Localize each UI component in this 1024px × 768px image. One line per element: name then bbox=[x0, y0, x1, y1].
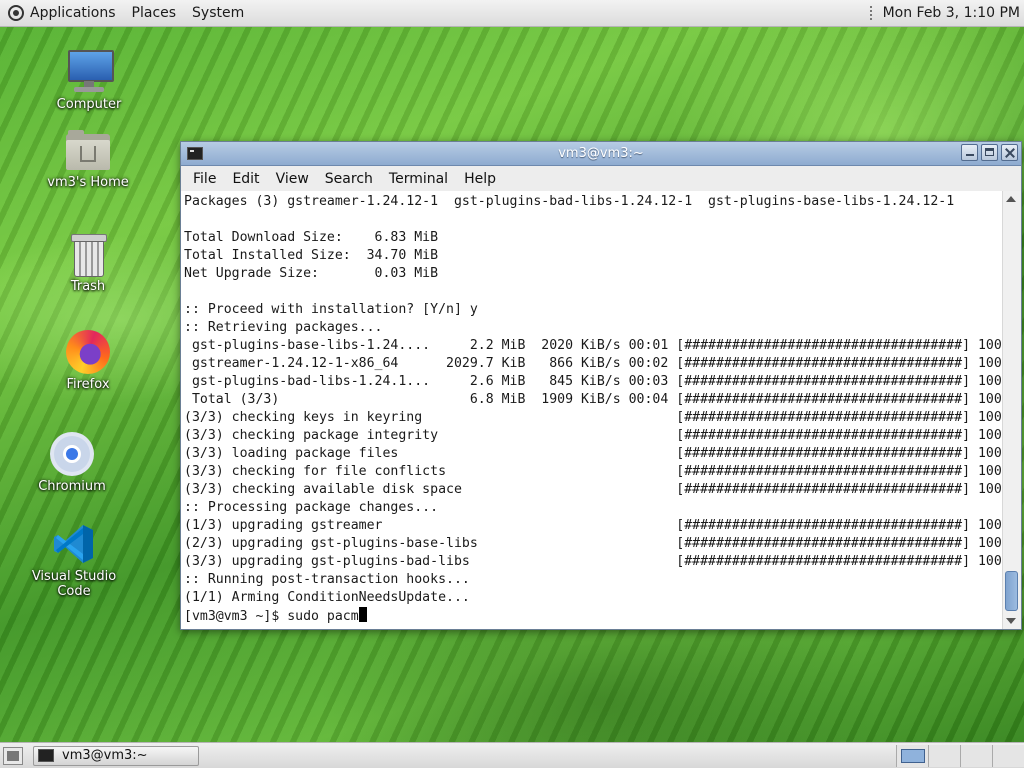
terminal-line: (3/3) loading package files [###########… bbox=[184, 446, 1003, 461]
panel-separator-handle bbox=[869, 6, 875, 20]
system-menu[interactable]: System bbox=[184, 0, 252, 26]
workspace-3[interactable] bbox=[960, 744, 992, 767]
window-title: vm3@vm3:~ bbox=[558, 146, 644, 161]
minimize-button[interactable] bbox=[961, 144, 978, 161]
workspace-switcher bbox=[896, 744, 1024, 767]
maximize-button[interactable] bbox=[981, 144, 998, 161]
menu-terminal[interactable]: Terminal bbox=[381, 171, 456, 187]
workspace-2[interactable] bbox=[928, 744, 960, 767]
menu-search[interactable]: Search bbox=[317, 171, 381, 187]
menu-file[interactable]: File bbox=[185, 171, 224, 187]
terminal-line: Total Download Size: 6.83 MiB bbox=[184, 230, 439, 245]
terminal-line: :: Running post-transaction hooks... bbox=[184, 572, 470, 587]
scroll-up-arrow-icon[interactable] bbox=[1006, 196, 1016, 202]
terminal-line: Total (3/3) 6.8 MiB 1909 KiB/s 00:04 [##… bbox=[184, 392, 1003, 407]
terminal-line: gst-plugins-bad-libs-1.24.1... 2.6 MiB 8… bbox=[184, 374, 1003, 389]
terminal-line: (3/3) checking available disk space [###… bbox=[184, 482, 1003, 497]
taskbar-terminal-button[interactable]: vm3@vm3:~ bbox=[33, 745, 199, 766]
close-button[interactable] bbox=[1001, 144, 1018, 161]
terminal-line: gst-plugins-base-libs-1.24.... 2.2 MiB 2… bbox=[184, 338, 1003, 353]
bottom-panel: vm3@vm3:~ bbox=[0, 742, 1024, 768]
terminal-line: gstreamer-1.24.12-1-x86_64 2029.7 KiB 86… bbox=[184, 356, 1003, 371]
terminal-line: :: Proceed with installation? [Y/n] y bbox=[184, 302, 478, 317]
terminal-line: :: Processing package changes... bbox=[184, 500, 439, 515]
desktop-icon-firefox[interactable]: Firefox bbox=[33, 330, 143, 392]
show-desktop-button[interactable] bbox=[3, 746, 23, 765]
terminal-line: (3/3) checking for file conflicts [#####… bbox=[184, 464, 1003, 479]
desktop-icon-label: Computer bbox=[56, 97, 122, 112]
terminal-window: vm3@vm3:~ File Edit View Search Terminal… bbox=[180, 141, 1022, 630]
desktop-icon-trash[interactable]: Trash bbox=[33, 232, 143, 294]
window-titlebar[interactable]: vm3@vm3:~ bbox=[181, 142, 1021, 166]
desktop-icon-label: Visual Studio Code bbox=[31, 569, 117, 599]
places-menu[interactable]: Places bbox=[124, 0, 185, 26]
vscode-icon bbox=[52, 522, 96, 566]
applications-menu[interactable]: Applications bbox=[0, 0, 124, 26]
terminal-line: Net Upgrade Size: 0.03 MiB bbox=[184, 266, 439, 281]
terminal-line: (3/3) checking keys in keyring [########… bbox=[184, 410, 1003, 425]
terminal-menubar: File Edit View Search Terminal Help bbox=[181, 166, 1021, 192]
menu-view[interactable]: View bbox=[268, 171, 317, 187]
terminal-line: :: Retrieving packages... bbox=[184, 320, 383, 335]
terminal-output[interactable]: Packages (3) gstreamer-1.24.12-1 gst-plu… bbox=[181, 191, 1003, 629]
clock[interactable]: Mon Feb 3, 1:10 PM bbox=[883, 5, 1024, 21]
firefox-icon bbox=[66, 330, 110, 374]
computer-icon bbox=[66, 48, 114, 94]
terminal-scrollbar[interactable] bbox=[1002, 191, 1021, 629]
desktop-icon-chromium[interactable]: Chromium bbox=[17, 432, 127, 494]
desktop-icon-label: Firefox bbox=[66, 377, 110, 392]
system-menu-label: System bbox=[192, 5, 245, 21]
terminal-line: (1/3) upgrading gstreamer [#############… bbox=[184, 518, 1003, 533]
menu-edit[interactable]: Edit bbox=[224, 171, 267, 187]
places-menu-label: Places bbox=[131, 5, 177, 21]
terminal-line: (3/3) checking package integrity [######… bbox=[184, 428, 1003, 443]
menu-help[interactable]: Help bbox=[456, 171, 504, 187]
scroll-down-arrow-icon[interactable] bbox=[1006, 618, 1016, 624]
desktop-icon-label: Trash bbox=[70, 279, 106, 294]
scrollbar-thumb[interactable] bbox=[1005, 571, 1018, 611]
text-cursor bbox=[358, 607, 367, 622]
desktop-icon-vscode[interactable]: Visual Studio Code bbox=[19, 522, 129, 599]
desktop-icon-label: Chromium bbox=[38, 479, 106, 494]
desktop-icon-computer[interactable]: Computer bbox=[34, 48, 144, 112]
terminal-icon bbox=[38, 749, 54, 762]
terminal-line: Packages (3) gstreamer-1.24.12-1 gst-plu… bbox=[184, 194, 955, 209]
workspace-4[interactable] bbox=[992, 744, 1024, 767]
terminal-line: Total Installed Size: 34.70 MiB bbox=[184, 248, 439, 263]
terminal-prompt[interactable]: [vm3@vm3 ~]$ sudo pacm bbox=[184, 609, 359, 624]
terminal-line: (2/3) upgrading gst-plugins-base-libs [#… bbox=[184, 536, 1003, 551]
home-folder-icon bbox=[66, 130, 110, 172]
trash-icon bbox=[71, 232, 107, 277]
gnome-foot-icon bbox=[8, 5, 24, 21]
taskbar-label: vm3@vm3:~ bbox=[62, 748, 148, 763]
desktop-icon-label: vm3's Home bbox=[47, 175, 129, 190]
terminal-line: (1/1) Arming ConditionNeedsUpdate... bbox=[184, 590, 470, 605]
top-panel: Applications Places System Mon Feb 3, 1:… bbox=[0, 0, 1024, 27]
desktop-icon-home[interactable]: vm3's Home bbox=[33, 130, 143, 190]
workspace-1[interactable] bbox=[896, 744, 928, 767]
terminal-line: (3/3) upgrading gst-plugins-bad-libs [##… bbox=[184, 554, 1003, 569]
chromium-icon bbox=[50, 432, 94, 476]
applications-menu-label: Applications bbox=[30, 5, 116, 21]
